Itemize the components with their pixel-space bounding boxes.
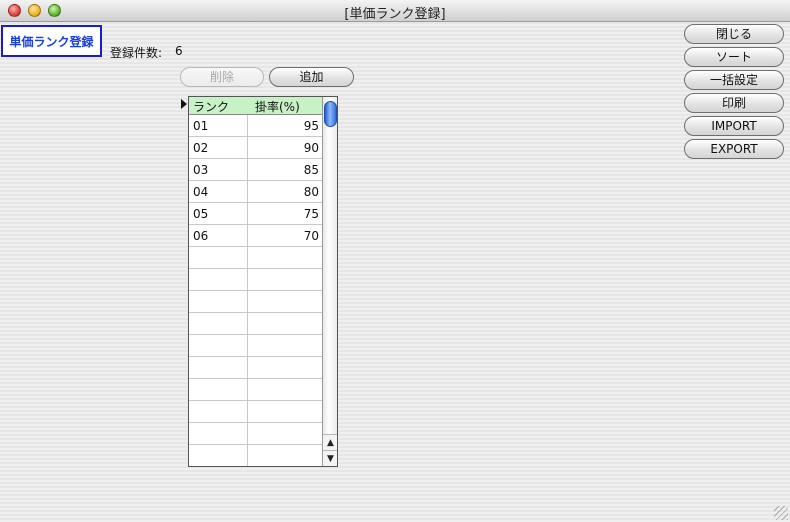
rate-cell[interactable]: 75 bbox=[304, 207, 319, 221]
vertical-scrollbar[interactable]: ▲ ▼ bbox=[323, 97, 337, 466]
column-divider bbox=[247, 115, 248, 466]
close-button[interactable]: 閉じる bbox=[684, 24, 784, 44]
table-row[interactable]: 04 80 bbox=[189, 181, 322, 203]
empty-table-row[interactable] bbox=[189, 313, 322, 335]
empty-table-row[interactable] bbox=[189, 445, 322, 466]
scroll-up-icon[interactable]: ▲ bbox=[323, 434, 337, 450]
empty-table-row[interactable] bbox=[189, 269, 322, 291]
rank-table: ランク 掛率(%) 01 95 02 90 03 85 04 80 05 75 … bbox=[188, 96, 338, 467]
rank-cell[interactable]: 03 bbox=[193, 163, 208, 177]
rank-cell[interactable]: 05 bbox=[193, 207, 208, 221]
rate-cell[interactable]: 70 bbox=[304, 229, 319, 243]
table-row[interactable]: 06 70 bbox=[189, 225, 322, 247]
empty-table-row[interactable] bbox=[189, 401, 322, 423]
import-button[interactable]: IMPORT bbox=[684, 116, 784, 136]
screen-title-badge: 単価ランク登録 bbox=[1, 25, 102, 57]
rate-cell[interactable]: 80 bbox=[304, 185, 319, 199]
empty-table-row[interactable] bbox=[189, 335, 322, 357]
add-button[interactable]: 追加 bbox=[269, 67, 354, 87]
empty-table-row[interactable] bbox=[189, 247, 322, 269]
scrollbar-thumb[interactable] bbox=[324, 101, 337, 127]
print-button[interactable]: 印刷 bbox=[684, 93, 784, 113]
table-row[interactable]: 05 75 bbox=[189, 203, 322, 225]
resize-grip-icon[interactable] bbox=[774, 506, 788, 520]
rate-cell[interactable]: 85 bbox=[304, 163, 319, 177]
rank-cell[interactable]: 02 bbox=[193, 141, 208, 155]
record-count-label: 登録件数: bbox=[110, 46, 163, 60]
table-row[interactable]: 03 85 bbox=[189, 159, 322, 181]
window: [単価ランク登録] 単価ランク登録 登録件数: 6 削除 追加 閉じる ソート … bbox=[0, 0, 790, 522]
table-row[interactable]: 02 90 bbox=[189, 137, 322, 159]
empty-table-row[interactable] bbox=[189, 379, 322, 401]
rank-cell[interactable]: 06 bbox=[193, 229, 208, 243]
column-header-rate[interactable]: 掛率(%) bbox=[255, 98, 300, 115]
title-bar: [単価ランク登録] bbox=[0, 0, 790, 22]
bulk-set-button[interactable]: 一括設定 bbox=[684, 70, 784, 90]
empty-table-row[interactable] bbox=[189, 357, 322, 379]
rate-cell[interactable]: 90 bbox=[304, 141, 319, 155]
rank-cell[interactable]: 01 bbox=[193, 119, 208, 133]
table-header: ランク 掛率(%) bbox=[189, 97, 322, 115]
delete-button[interactable]: 削除 bbox=[180, 67, 264, 87]
current-row-marker-icon bbox=[181, 99, 187, 109]
rank-cell[interactable]: 04 bbox=[193, 185, 208, 199]
column-header-rank[interactable]: ランク bbox=[193, 98, 229, 115]
rate-cell[interactable]: 95 bbox=[304, 119, 319, 133]
empty-table-row[interactable] bbox=[189, 423, 322, 445]
sort-button[interactable]: ソート bbox=[684, 47, 784, 67]
empty-table-row[interactable] bbox=[189, 291, 322, 313]
export-button[interactable]: EXPORT bbox=[684, 139, 784, 159]
table-row[interactable]: 01 95 bbox=[189, 115, 322, 137]
scroll-down-icon[interactable]: ▼ bbox=[323, 450, 337, 466]
window-title: [単価ランク登録] bbox=[344, 7, 446, 22]
record-count-value: 6 bbox=[175, 44, 183, 58]
